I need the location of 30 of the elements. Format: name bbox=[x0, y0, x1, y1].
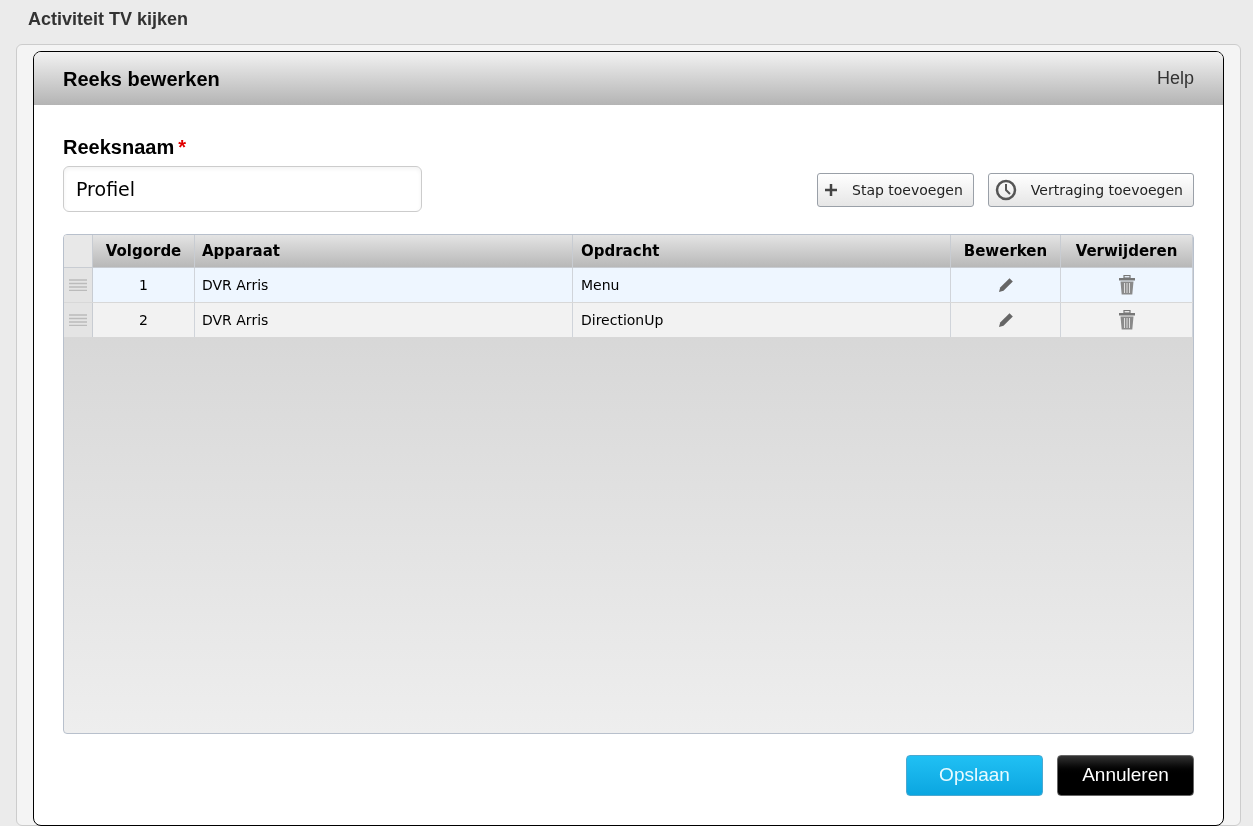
trash-icon[interactable] bbox=[1117, 275, 1136, 295]
table-row[interactable]: 1 DVR Arris Menu bbox=[64, 268, 1193, 303]
drag-handle[interactable] bbox=[64, 303, 93, 337]
table-cell: DirectionUp bbox=[573, 303, 951, 337]
trash-icon[interactable] bbox=[1117, 310, 1136, 330]
add-step-button[interactable]: Stap toevoegen bbox=[817, 173, 974, 207]
plus-icon bbox=[824, 183, 838, 197]
field-label: Reeksnaam bbox=[63, 135, 175, 160]
column-header[interactable]: Bewerken bbox=[951, 235, 1061, 267]
name-input[interactable]: Profiel bbox=[63, 166, 422, 212]
column-header[interactable]: Apparaat bbox=[195, 235, 573, 267]
drag-handle[interactable] bbox=[64, 268, 93, 302]
help-link[interactable]: Help bbox=[1156, 65, 1194, 92]
pencil-icon[interactable] bbox=[996, 276, 1015, 294]
column-header[interactable]: Verwijderen bbox=[1061, 235, 1193, 267]
table-row[interactable]: 2 DVR Arris DirectionUp bbox=[64, 303, 1193, 338]
dialog-title: Reeks bewerken bbox=[63, 66, 220, 92]
cancel-button[interactable]: Annuleren bbox=[1057, 755, 1194, 796]
table-cell: 1 bbox=[93, 268, 195, 302]
column-header[interactable]: Volgorde bbox=[93, 235, 195, 267]
table-cell: 2 bbox=[93, 303, 195, 337]
add-delay-button[interactable]: Vertraging toevoegen bbox=[987, 173, 1194, 207]
table-cell: Menu bbox=[573, 268, 951, 302]
table-cell: DVR Arris bbox=[195, 303, 573, 337]
page-title: Activiteit TV kijken bbox=[28, 8, 189, 31]
column-header[interactable]: Opdracht bbox=[573, 235, 951, 267]
table-cell: DVR Arris bbox=[195, 268, 573, 302]
required-mark: * bbox=[178, 135, 186, 160]
clock-icon bbox=[994, 179, 1017, 201]
pencil-icon[interactable] bbox=[996, 311, 1015, 329]
